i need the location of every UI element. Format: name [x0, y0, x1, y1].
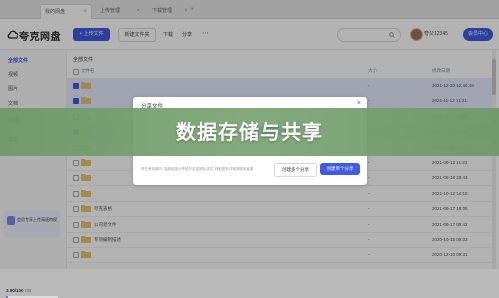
app-window: 我的网盘 × 上传管理 × 下载管理 × + 夸克网盘 + 上传文件 新建文件夹…: [0, 0, 499, 298]
dialog-note: 请在有效期内, 复制链接分享给好友或团队成员, 获取更多详情请联系客服: [141, 167, 254, 171]
close-icon[interactable]: ×: [357, 100, 361, 108]
create-single-share-button[interactable]: 创建单个分享: [320, 163, 360, 175]
quota-unit: GB: [24, 288, 32, 293]
banner-title: 数据存储与共享: [176, 120, 323, 144]
title-banner: 数据存储与共享: [0, 108, 499, 156]
storage-quota: 3.90/100 GB: [6, 288, 31, 293]
create-multiple-share-button[interactable]: 创建多个分享: [274, 163, 317, 177]
quota-value: 3.90/100: [6, 288, 24, 293]
